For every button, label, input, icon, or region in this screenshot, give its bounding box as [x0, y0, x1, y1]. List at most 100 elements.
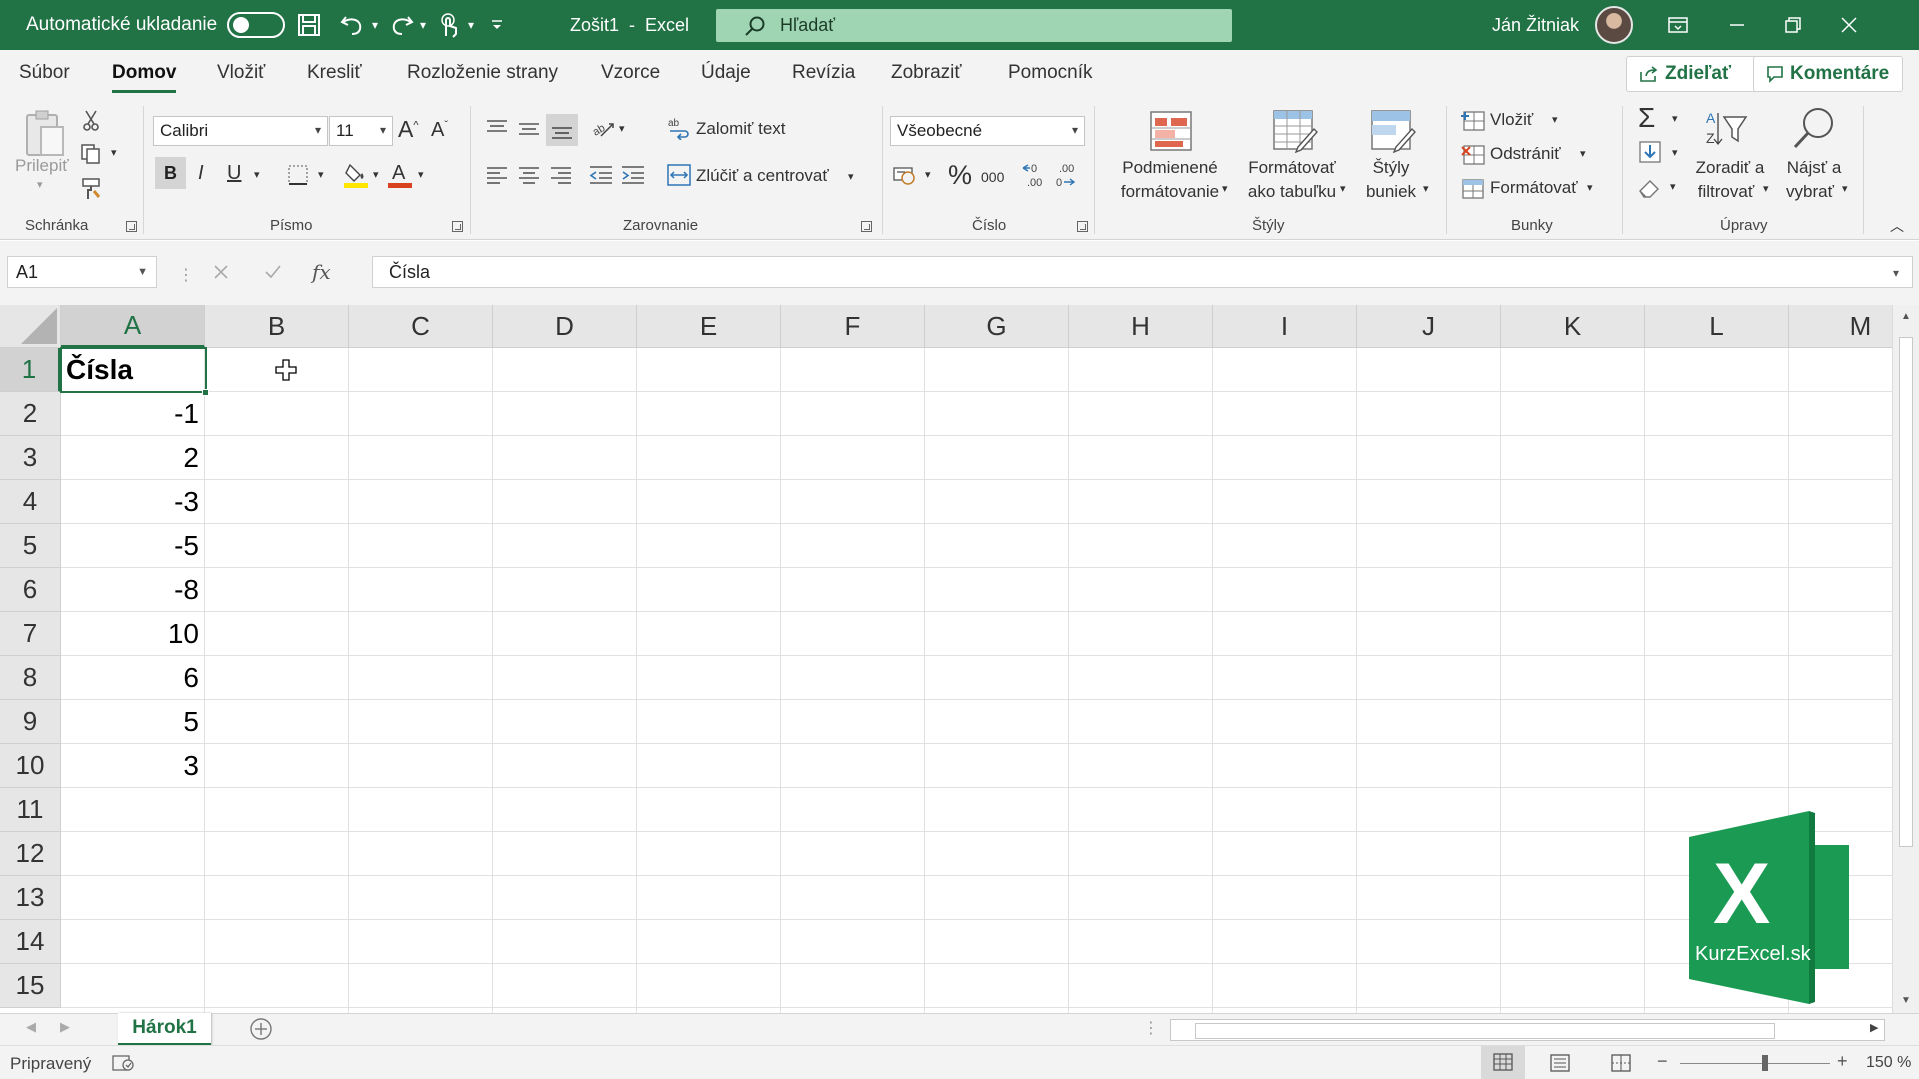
zoom-slider-thumb[interactable]	[1762, 1055, 1768, 1071]
add-sheet-icon[interactable]	[249, 1017, 273, 1046]
fill-handle[interactable]	[202, 389, 209, 396]
row-header-12[interactable]: 12	[0, 832, 61, 876]
select-all-button[interactable]	[0, 305, 61, 348]
page-layout-view-icon[interactable]	[1549, 1054, 1571, 1077]
paste-icon[interactable]	[22, 108, 68, 160]
format-painter-icon[interactable]	[79, 176, 103, 202]
alignment-launcher-icon[interactable]	[861, 221, 872, 232]
conditional-formatting-icon[interactable]	[1148, 108, 1194, 154]
wrap-text-icon[interactable]: ab	[666, 114, 692, 142]
scroll-up-icon[interactable]: ▲	[1901, 311, 1911, 322]
format-as-table-label-2[interactable]: ako tabuľku	[1237, 180, 1347, 203]
cell-styles-dropdown-icon[interactable]: ▾	[1423, 182, 1429, 195]
cell-A8[interactable]: 6	[61, 656, 205, 700]
tab-formulas[interactable]: Vzorce	[601, 62, 660, 84]
row-header-15[interactable]: 15	[0, 964, 61, 1008]
column-header-I[interactable]: I	[1213, 305, 1357, 348]
scroll-down-icon[interactable]: ▼	[1901, 995, 1911, 1006]
paste-label[interactable]: Prilepiť	[15, 156, 69, 176]
merge-dropdown-icon[interactable]: ▾	[848, 170, 854, 183]
accounting-format-icon[interactable]	[892, 162, 920, 188]
redo-dropdown-icon[interactable]: ▾	[414, 18, 432, 32]
row-header-11[interactable]: 11	[0, 788, 61, 832]
tab-splitter-icon[interactable]: ⋮	[1143, 1018, 1159, 1038]
cell-A9[interactable]: 5	[61, 700, 205, 744]
minimize-icon[interactable]	[1709, 0, 1765, 50]
zoom-out-icon[interactable]: −	[1657, 1051, 1668, 1072]
expand-formula-bar-icon[interactable]: ▾	[1893, 266, 1899, 280]
next-sheet-icon[interactable]: ▶	[60, 1019, 70, 1035]
undo-dropdown-icon[interactable]: ▾	[366, 18, 384, 32]
row-header-10[interactable]: 10	[0, 744, 61, 788]
insert-function-button[interactable]: fx	[312, 260, 331, 284]
align-center-icon[interactable]	[516, 162, 542, 188]
insert-cells-button[interactable]: Vložiť	[1490, 110, 1533, 130]
cell-A4[interactable]: -3	[61, 480, 205, 524]
row-header-7[interactable]: 7	[0, 612, 61, 656]
tab-view[interactable]: Zobraziť	[891, 62, 961, 84]
delete-cells-icon[interactable]	[1460, 142, 1486, 168]
prev-sheet-icon[interactable]: ◀	[26, 1019, 36, 1035]
font-color-dropdown-icon[interactable]: ▾	[418, 168, 424, 181]
find-select-label-1[interactable]: Nájsť a	[1782, 156, 1846, 179]
fill-icon[interactable]	[1636, 138, 1664, 166]
clear-icon[interactable]	[1636, 174, 1664, 202]
number-launcher-icon[interactable]	[1077, 221, 1088, 232]
column-header-H[interactable]: H	[1069, 305, 1213, 348]
normal-view-icon[interactable]	[1481, 1046, 1525, 1079]
merge-center-icon[interactable]	[666, 162, 692, 188]
align-left-icon[interactable]	[484, 162, 510, 188]
avatar[interactable]	[1595, 6, 1634, 44]
customize-qat-icon[interactable]	[480, 8, 514, 42]
format-cells-dropdown-icon[interactable]: ▾	[1587, 181, 1593, 194]
align-bottom-icon[interactable]	[546, 114, 578, 146]
redo-icon[interactable]	[384, 8, 418, 42]
paste-dropdown-icon[interactable]: ▾	[37, 178, 43, 191]
conditional-formatting-label-2[interactable]: formátovanie	[1110, 180, 1230, 203]
merge-center-button[interactable]: Zlúčiť a centrovať	[696, 166, 829, 186]
cell-styles-label-1[interactable]: Štýly	[1356, 156, 1426, 179]
row-header-8[interactable]: 8	[0, 656, 61, 700]
clear-dropdown-icon[interactable]: ▾	[1670, 180, 1676, 193]
format-as-table-dropdown-icon[interactable]: ▾	[1340, 182, 1346, 195]
underline-button[interactable]: U	[227, 162, 241, 185]
row-header-13[interactable]: 13	[0, 876, 61, 920]
cell-styles-icon[interactable]	[1370, 108, 1416, 154]
align-top-icon[interactable]	[484, 116, 510, 142]
formula-input[interactable]: Čísla	[372, 256, 1913, 288]
font-color-icon[interactable]: A	[387, 158, 413, 190]
cancel-entry-icon[interactable]	[206, 257, 236, 287]
row-header-2[interactable]: 2	[0, 392, 61, 436]
row-header-1[interactable]: 1	[0, 348, 61, 392]
cell-A2[interactable]: -1	[61, 392, 205, 436]
tab-help[interactable]: Pomocník	[1008, 62, 1092, 84]
close-icon[interactable]	[1821, 0, 1877, 50]
vertical-scroll-thumb[interactable]	[1899, 337, 1913, 847]
name-box[interactable]: A1 ▼	[7, 256, 157, 288]
row-header-5[interactable]: 5	[0, 524, 61, 568]
save-icon[interactable]	[292, 8, 326, 42]
percent-style-button[interactable]: %	[948, 160, 972, 191]
column-header-K[interactable]: K	[1501, 305, 1645, 348]
column-header-G[interactable]: G	[925, 305, 1069, 348]
decrease-indent-icon[interactable]	[588, 162, 614, 188]
sort-filter-dropdown-icon[interactable]: ▾	[1763, 182, 1769, 195]
column-header-L[interactable]: L	[1645, 305, 1789, 348]
column-header-C[interactable]: C	[349, 305, 493, 348]
conditional-formatting-dropdown-icon[interactable]: ▾	[1222, 182, 1228, 195]
cell-A5[interactable]: -5	[61, 524, 205, 568]
row-header-9[interactable]: 9	[0, 700, 61, 744]
copy-dropdown-icon[interactable]: ▾	[111, 146, 117, 159]
sheet-tab-harok1[interactable]: Hárok1	[118, 1013, 211, 1046]
format-cells-icon[interactable]	[1460, 176, 1486, 202]
font-name-combo[interactable]: Calibri ▾	[153, 116, 328, 146]
cell-A3[interactable]: 2	[61, 436, 205, 480]
horizontal-scroll-thumb[interactable]	[1195, 1023, 1775, 1039]
copy-icon[interactable]	[79, 142, 103, 166]
search-box[interactable]: Hľadať	[716, 9, 1232, 42]
fill-color-dropdown-icon[interactable]: ▾	[373, 168, 379, 181]
zoom-level[interactable]: 150 %	[1866, 1054, 1911, 1072]
accessibility-icon[interactable]	[112, 1054, 134, 1077]
column-header-M[interactable]: M	[1789, 305, 1892, 348]
font-launcher-icon[interactable]	[452, 221, 463, 232]
